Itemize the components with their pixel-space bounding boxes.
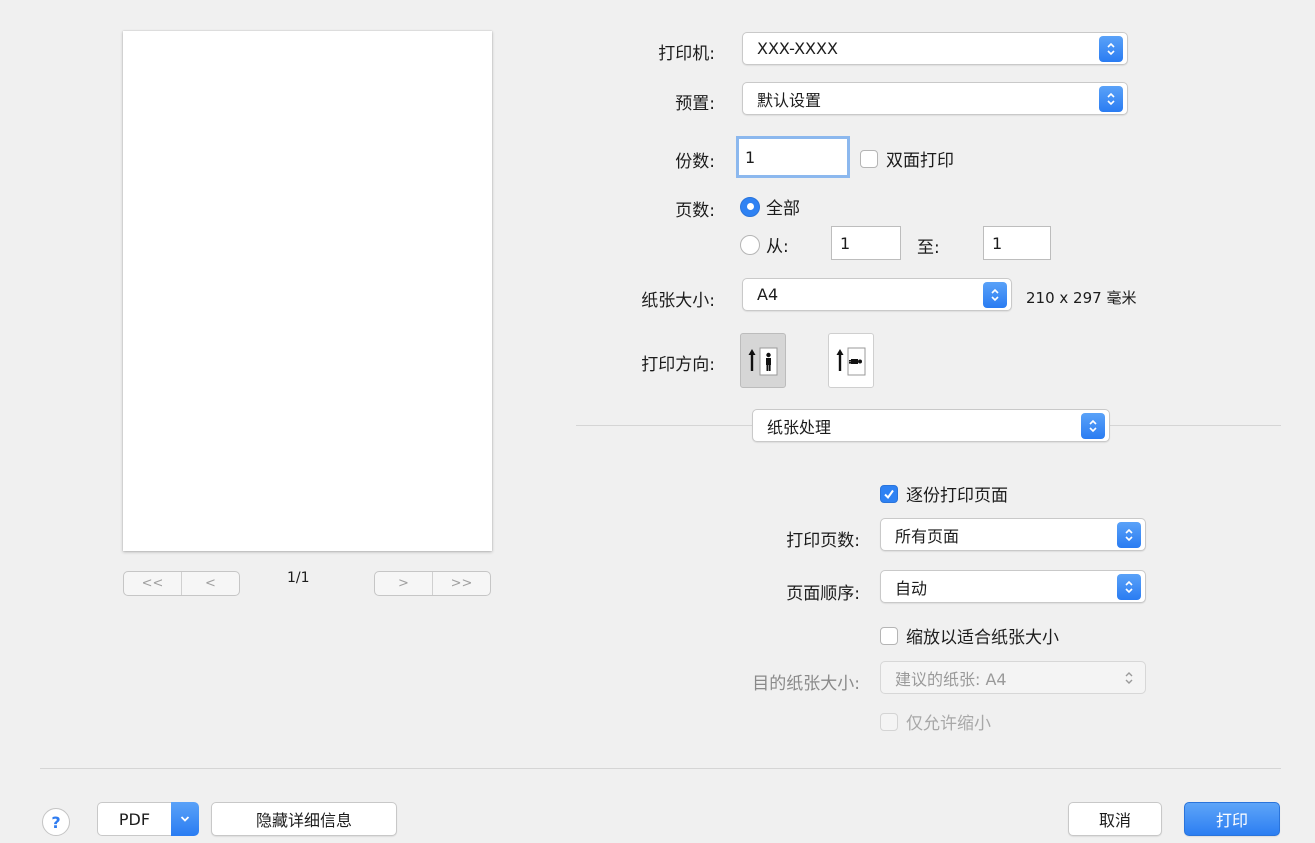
destination-paper-size-select[interactable]: 建议的纸张: A4 — [880, 661, 1146, 694]
landscape-icon — [836, 347, 866, 375]
pages-all-radio[interactable] — [740, 196, 760, 217]
printer-select[interactable]: XXX-XXXX — [742, 32, 1128, 65]
paper-size-label: 纸张大小: — [641, 291, 715, 311]
page-order-select[interactable]: 自动 — [880, 570, 1146, 603]
pages-range-radio[interactable] — [740, 234, 760, 255]
section-select[interactable]: 纸张处理 — [752, 409, 1110, 442]
updown-arrows-icon — [1099, 85, 1123, 112]
pages-to-input[interactable]: 1 — [983, 226, 1051, 260]
scale-down-only-label: 仅允许缩小 — [906, 714, 991, 734]
pages-to-print-select[interactable]: 所有页面 — [880, 518, 1146, 551]
paper-size-select[interactable]: A4 — [742, 278, 1012, 311]
cancel-button[interactable]: 取消 — [1068, 802, 1162, 836]
orientation-label: 打印方向: — [641, 355, 715, 375]
next-page-button[interactable]: > — [375, 572, 432, 595]
updown-arrows-icon — [1081, 412, 1105, 439]
printer-label: 打印机: — [658, 44, 715, 64]
collate-label: 逐份打印页面 — [906, 486, 1008, 506]
destination-paper-size-value: 建议的纸张: A4 — [895, 669, 1007, 689]
help-button[interactable]: ? — [42, 808, 70, 836]
printer-value: XXX-XXXX — [757, 39, 838, 58]
presets-label: 预置: — [675, 94, 715, 114]
copies-label: 份数: — [675, 152, 715, 172]
pages-from-label: 从: — [766, 237, 789, 257]
pages-to-print-label: 打印页数: — [786, 531, 860, 551]
section-select-value: 纸张处理 — [767, 417, 832, 437]
duplex-checkbox-row[interactable]: 双面打印 — [860, 146, 954, 171]
hide-details-button[interactable]: 隐藏详细信息 — [211, 802, 397, 836]
pages-from-input[interactable]: 1 — [831, 226, 901, 260]
chevron-down-icon[interactable] — [171, 802, 199, 836]
updown-arrows-icon — [983, 281, 1007, 308]
preview-nav-back-group: << < — [123, 571, 240, 596]
updown-arrows-icon — [1117, 521, 1141, 548]
page-order-value: 自动 — [895, 578, 928, 598]
duplex-label: 双面打印 — [886, 151, 954, 171]
previous-page-button[interactable]: < — [181, 572, 239, 595]
footer-divider — [40, 768, 1281, 769]
first-page-button[interactable]: << — [124, 572, 181, 595]
updown-arrows-icon — [1117, 665, 1141, 691]
pages-label: 页数: — [675, 201, 715, 221]
pages-all-label: 全部 — [766, 199, 800, 219]
updown-arrows-icon — [1099, 35, 1123, 62]
copies-input[interactable]: 1 — [736, 136, 850, 178]
presets-value: 默认设置 — [757, 90, 822, 110]
presets-select[interactable]: 默认设置 — [742, 82, 1128, 115]
page-counter: 1/1 — [287, 570, 310, 586]
duplex-checkbox[interactable] — [860, 149, 878, 168]
print-button[interactable]: 打印 — [1184, 802, 1280, 836]
collate-checkbox[interactable] — [880, 484, 898, 503]
pages-to-label: 至: — [917, 238, 940, 258]
collate-checkbox-row[interactable]: 逐份打印页面 — [880, 481, 1008, 506]
scale-to-fit-checkbox[interactable] — [880, 626, 898, 645]
pages-to-print-value: 所有页面 — [895, 526, 960, 546]
pdf-label: PDF — [97, 802, 171, 836]
scale-to-fit-checkbox-row[interactable]: 缩放以适合纸张大小 — [880, 623, 1059, 648]
pages-all-option[interactable]: 全部 — [740, 194, 800, 219]
portrait-icon — [748, 347, 778, 375]
scale-to-fit-label: 缩放以适合纸张大小 — [906, 628, 1059, 648]
landscape-orientation-button[interactable] — [828, 333, 874, 388]
pages-range-option[interactable]: 从: — [740, 232, 789, 257]
scale-down-only-checkbox[interactable] — [880, 712, 898, 731]
portrait-orientation-button[interactable] — [740, 333, 786, 388]
preview-nav-forward-group: > >> — [374, 571, 491, 596]
updown-arrows-icon — [1117, 573, 1141, 600]
page-order-label: 页面顺序: — [786, 584, 860, 604]
pdf-menu-button[interactable]: PDF — [97, 802, 199, 836]
scale-down-only-checkbox-row[interactable]: 仅允许缩小 — [880, 709, 991, 734]
paper-size-dimensions: 210 x 297 毫米 — [1026, 289, 1137, 307]
destination-paper-size-label: 目的纸张大小: — [752, 674, 860, 694]
last-page-button[interactable]: >> — [432, 572, 490, 595]
paper-size-value: A4 — [757, 285, 779, 304]
checkmark-icon — [884, 489, 894, 499]
page-preview — [123, 31, 492, 551]
